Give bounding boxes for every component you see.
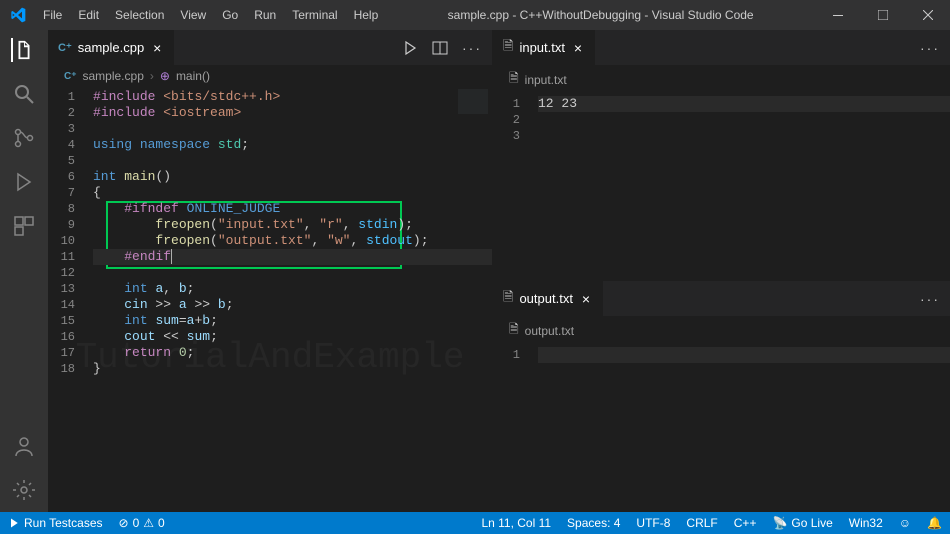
breadcrumb-file[interactable]: output.txt <box>525 324 574 338</box>
feedback-icon[interactable]: ☺ <box>891 512 919 534</box>
split-editor-icon[interactable] <box>432 40 448 56</box>
platform[interactable]: Win32 <box>841 512 891 534</box>
close-icon[interactable]: × <box>571 41 585 55</box>
encoding[interactable]: UTF-8 <box>628 512 678 534</box>
menu-edit[interactable]: Edit <box>70 0 107 30</box>
language-mode[interactable]: C++ <box>726 512 765 534</box>
code-editor[interactable]: 123456789101112131415161718 #include <bi… <box>48 87 492 512</box>
settings-gear-icon[interactable] <box>12 478 36 502</box>
cpp-file-icon: C⁺ <box>58 41 72 54</box>
error-icon: ⊘ <box>119 516 129 530</box>
tab-label: output.txt <box>519 291 572 306</box>
explorer-icon[interactable] <box>11 38 35 62</box>
tab-sample-cpp[interactable]: C⁺ sample.cpp × <box>48 30 175 65</box>
cpp-file-icon: C⁺ <box>64 71 77 82</box>
line-gutter: 123 <box>493 96 538 144</box>
chevron-right-icon: › <box>150 69 154 83</box>
menu-go[interactable]: Go <box>214 0 246 30</box>
notifications-icon[interactable]: 🔔 <box>919 512 950 534</box>
menu-bar: File Edit Selection View Go Run Terminal… <box>35 0 386 30</box>
menu-view[interactable]: View <box>172 0 214 30</box>
menu-file[interactable]: File <box>35 0 70 30</box>
line-gutter: 123456789101112131415161718 <box>48 89 93 377</box>
menu-help[interactable]: Help <box>346 0 387 30</box>
search-icon[interactable] <box>12 82 36 106</box>
broadcast-icon: 📡 <box>772 516 787 530</box>
tab-label: input.txt <box>519 40 565 55</box>
close-button[interactable] <box>905 0 950 30</box>
tab-output-txt[interactable]: 🗎 output.txt × <box>493 281 604 316</box>
maximize-button[interactable] <box>860 0 905 30</box>
output-content[interactable] <box>538 347 950 363</box>
problems-status[interactable]: ⊘0 ⚠0 <box>111 512 173 534</box>
text-file-icon: 🗎 <box>509 320 519 341</box>
run-testcases-button[interactable]: Run Testcases <box>0 512 111 534</box>
input-content[interactable]: 12 23 <box>538 96 950 144</box>
text-file-icon: 🗎 <box>503 37 513 59</box>
minimize-button[interactable] <box>815 0 860 30</box>
breadcrumb-file[interactable]: input.txt <box>525 73 567 87</box>
code-content[interactable]: #include <bits/stdc++.h> #include <iostr… <box>93 89 492 377</box>
run-debug-icon[interactable] <box>12 170 36 194</box>
breadcrumb-file[interactable]: sample.cpp <box>83 69 144 83</box>
indentation[interactable]: Spaces: 4 <box>559 512 628 534</box>
window-title: sample.cpp - C++WithoutDebugging - Visua… <box>386 8 815 22</box>
output-editor[interactable]: 1 <box>493 345 950 512</box>
go-live-button[interactable]: 📡 Go Live <box>764 512 840 534</box>
more-actions-icon[interactable]: ··· <box>920 40 940 56</box>
close-icon[interactable]: × <box>579 292 593 306</box>
text-file-icon: 🗎 <box>509 69 519 90</box>
more-actions-icon[interactable]: ··· <box>462 40 482 56</box>
text-file-icon: 🗎 <box>503 288 513 310</box>
input-editor[interactable]: 123 12 23 <box>493 94 950 280</box>
activity-bar <box>0 30 48 512</box>
source-control-icon[interactable] <box>12 126 36 150</box>
tab-label: sample.cpp <box>78 40 144 55</box>
cursor-position[interactable]: Ln 11, Col 11 <box>473 512 559 534</box>
run-icon[interactable] <box>402 40 418 56</box>
close-icon[interactable]: × <box>150 41 164 55</box>
eol[interactable]: CRLF <box>678 512 725 534</box>
menu-run[interactable]: Run <box>246 0 284 30</box>
function-icon: ⊕ <box>160 69 170 83</box>
menu-selection[interactable]: Selection <box>107 0 172 30</box>
extensions-icon[interactable] <box>12 214 36 238</box>
warning-icon: ⚠ <box>143 516 154 530</box>
tab-input-txt[interactable]: 🗎 input.txt × <box>493 30 596 65</box>
accounts-icon[interactable] <box>12 434 36 458</box>
line-gutter: 1 <box>493 347 538 363</box>
menu-terminal[interactable]: Terminal <box>284 0 345 30</box>
breadcrumb-symbol[interactable]: main() <box>176 69 210 83</box>
vscode-logo-icon <box>0 7 35 23</box>
more-actions-icon[interactable]: ··· <box>920 291 940 307</box>
